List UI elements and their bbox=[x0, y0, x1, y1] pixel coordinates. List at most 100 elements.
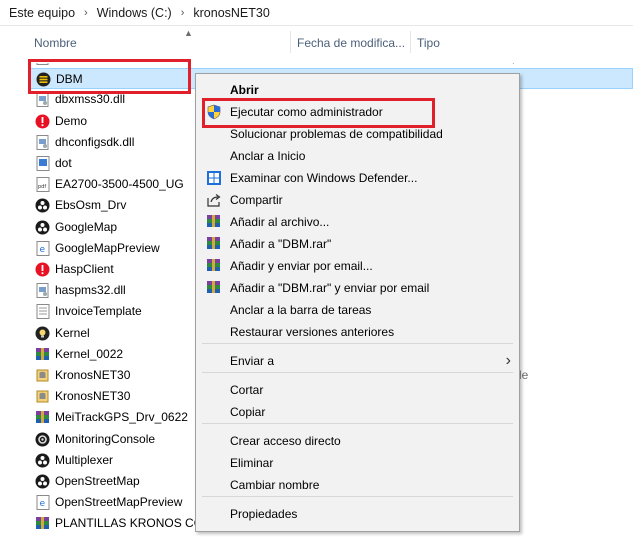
file-name: HaspClient bbox=[55, 262, 114, 276]
menu-restore-versions[interactable]: Restaurar versiones anteriores bbox=[196, 321, 519, 343]
breadcrumb-drive-c[interactable]: Windows (C:) bbox=[94, 6, 175, 20]
menu-item-label: Copiar bbox=[230, 405, 266, 419]
bulb-icon bbox=[35, 326, 50, 341]
menu-send-to[interactable]: Enviar a › bbox=[196, 350, 519, 372]
breadcrumb-this-pc[interactable]: Este equipo bbox=[6, 6, 78, 20]
menu-separator bbox=[202, 372, 513, 373]
breadcrumb-chevron-icon[interactable]: › bbox=[175, 7, 191, 19]
menu-properties[interactable]: Propiedades bbox=[196, 503, 519, 525]
menu-pin-to-start[interactable]: Anclar a Inicio bbox=[196, 145, 519, 167]
menu-create-shortcut[interactable]: Crear acceso directo bbox=[196, 430, 519, 452]
file-name: Multiplexer bbox=[55, 452, 114, 467]
menu-add-to-archive[interactable]: Añadir al archivo... bbox=[196, 211, 519, 233]
windows-defender-icon bbox=[206, 170, 222, 186]
menu-copy[interactable]: Copiar bbox=[196, 401, 519, 423]
menu-item-label: Añadir a "DBM.rar" bbox=[230, 237, 332, 251]
menu-share[interactable]: Compartir bbox=[196, 189, 519, 211]
menu-scan-defender[interactable]: Examinar con Windows Defender... bbox=[196, 167, 519, 189]
dll-icon bbox=[35, 92, 50, 108]
menu-item-label: Crear acceso directo bbox=[230, 434, 341, 448]
db-icon bbox=[35, 389, 50, 404]
winrar-icon bbox=[206, 280, 222, 296]
dll-icon bbox=[35, 283, 50, 299]
file-name: EbsOsm_Drv bbox=[55, 198, 127, 213]
menu-pin-to-taskbar[interactable]: Anclar a la barra de tareas bbox=[196, 299, 519, 321]
menu-item-label: Compartir bbox=[230, 193, 283, 207]
biohazard-icon bbox=[35, 453, 50, 468]
menu-item-label: Anclar a la barra de tareas bbox=[230, 303, 372, 317]
menu-item-label: Anclar a Inicio bbox=[230, 149, 306, 163]
file-name: KronosNET30 bbox=[55, 368, 131, 382]
context-menu: Abrir Ejecutar como administrador Solucion… bbox=[195, 73, 520, 532]
menu-item-label: Propiedades bbox=[230, 507, 298, 521]
file-name: GoogleMapPreview bbox=[55, 240, 160, 255]
biohazard-icon bbox=[35, 198, 50, 213]
highlight-box-run-as-admin bbox=[202, 98, 435, 128]
file-name: MeiTrackGPS_Drv_0622 bbox=[55, 410, 188, 425]
highlight-box-dbm bbox=[28, 59, 191, 94]
winrar-icon bbox=[206, 236, 222, 252]
file-name: InvoiceTemplate bbox=[55, 304, 142, 319]
dll-icon bbox=[35, 134, 50, 150]
menu-item-label: Añadir y enviar por email... bbox=[230, 259, 373, 273]
breadcrumb: Este equipo › Windows (C:) › kronosNET30 bbox=[0, 0, 633, 26]
winrar-icon bbox=[35, 347, 50, 362]
menu-separator bbox=[202, 496, 513, 497]
submenu-arrow-icon: › bbox=[505, 352, 511, 369]
menu-item-label: Cambiar nombre bbox=[230, 478, 320, 492]
file-name: dhconfigsdk.dll bbox=[55, 134, 135, 149]
ie-icon: e bbox=[35, 495, 50, 511]
column-type[interactable]: Tipo bbox=[410, 31, 633, 53]
menu-item-label: Cortar bbox=[230, 383, 264, 397]
winrar-icon bbox=[206, 258, 222, 274]
menu-separator bbox=[202, 423, 513, 424]
winrar-icon bbox=[35, 516, 50, 531]
breadcrumb-kronosnet30[interactable]: kronosNET30 bbox=[190, 6, 272, 20]
file-name: MonitoringConsole bbox=[55, 431, 156, 446]
menu-item-label: Añadir a "DBM.rar" y enviar por email bbox=[230, 281, 430, 295]
svg-text:e: e bbox=[39, 499, 45, 509]
file-name: Kernel_0022 bbox=[55, 346, 124, 361]
file-name: OpenStreetMapPreview bbox=[55, 495, 183, 510]
menu-item-label: Restaurar versiones anteriores bbox=[230, 325, 395, 339]
image-icon bbox=[35, 156, 50, 171]
file-name: KronosNET30 bbox=[55, 389, 131, 404]
settings-icon bbox=[35, 432, 50, 447]
file-name: haspms32.dll bbox=[55, 283, 126, 298]
column-name[interactable]: Nombre bbox=[28, 31, 290, 53]
winrar-icon bbox=[35, 410, 50, 425]
svg-text:e: e bbox=[39, 245, 45, 255]
pdf-icon: pdf bbox=[35, 177, 50, 193]
ie-icon: e bbox=[35, 240, 50, 256]
menu-item-label: Añadir al archivo... bbox=[230, 215, 330, 229]
column-date[interactable]: Fecha de modifica... bbox=[290, 31, 410, 53]
menu-delete[interactable]: Eliminar bbox=[196, 452, 519, 474]
share-icon bbox=[206, 192, 222, 208]
menu-item-label: Examinar con Windows Defender... bbox=[230, 171, 418, 185]
file-name: OpenStreetMap bbox=[55, 474, 140, 488]
menu-cut[interactable]: Cortar bbox=[196, 379, 519, 401]
file-name: GoogleMap bbox=[55, 219, 118, 234]
menu-add-and-email[interactable]: Añadir y enviar por email... bbox=[196, 255, 519, 277]
db-icon bbox=[35, 368, 50, 383]
biohazard-icon bbox=[35, 220, 50, 235]
biohazard-icon bbox=[35, 474, 50, 489]
file-name: dot bbox=[55, 156, 72, 170]
svg-text:pdf: pdf bbox=[38, 184, 46, 190]
menu-item-label: Enviar a bbox=[230, 354, 275, 368]
error-icon bbox=[35, 262, 50, 277]
menu-add-to-dbm-rar[interactable]: Añadir a "DBM.rar" bbox=[196, 233, 519, 255]
menu-separator bbox=[202, 343, 513, 344]
file-name: PLANTILLAS KRONOS COR bbox=[55, 516, 212, 531]
menu-item-label: Eliminar bbox=[230, 456, 274, 470]
column-header: ▲ Nombre Fecha de modifica... Tipo bbox=[28, 28, 633, 53]
menu-rename[interactable]: Cambiar nombre bbox=[196, 474, 519, 496]
file-name: Demo bbox=[55, 113, 88, 128]
menu-add-to-dbm-rar-email[interactable]: Añadir a "DBM.rar" y enviar por email bbox=[196, 277, 519, 299]
winrar-icon bbox=[206, 214, 222, 230]
breadcrumb-chevron-icon[interactable]: › bbox=[78, 7, 94, 19]
doc-icon bbox=[35, 304, 50, 320]
file-name: Kernel bbox=[55, 325, 90, 340]
file-name: EA2700-3500-4500_UG bbox=[55, 177, 184, 192]
error-icon bbox=[35, 114, 50, 129]
